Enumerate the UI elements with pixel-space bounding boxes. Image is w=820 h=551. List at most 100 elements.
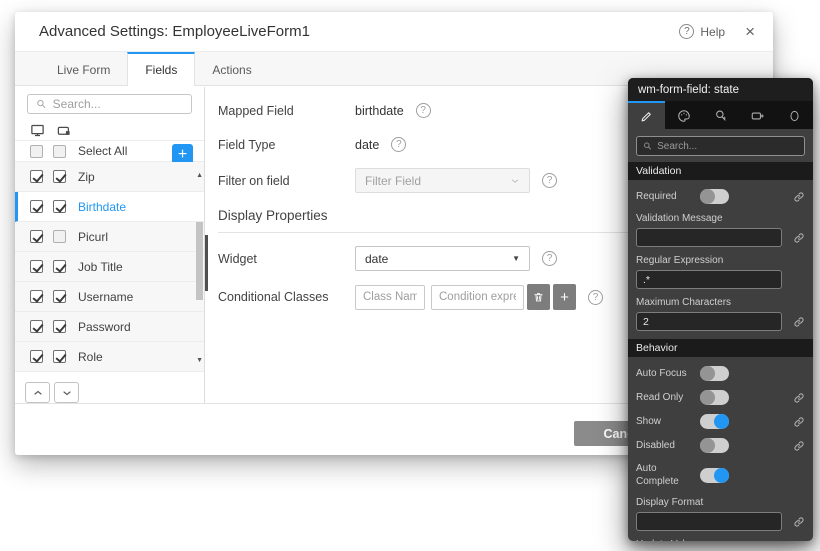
bind-link-icon[interactable] [793, 392, 805, 404]
select-all-web-checkbox[interactable] [30, 145, 43, 158]
maximum-characters-row: Maximum Characters [636, 297, 805, 331]
search-icon [643, 141, 652, 151]
field-row-role[interactable]: Role [15, 342, 204, 372]
mobile-checkbox[interactable] [53, 320, 66, 333]
maximum-characters-label: Maximum Characters [636, 297, 805, 308]
help-icon[interactable]: ? [542, 251, 557, 266]
auto-complete-toggle[interactable] [700, 468, 729, 483]
maximum-characters-input[interactable] [636, 312, 782, 331]
field-label: Birthdate [78, 200, 126, 214]
help-icon[interactable]: ? [679, 24, 694, 39]
bind-link-icon[interactable] [793, 516, 805, 528]
help-link[interactable]: Help [700, 25, 725, 39]
panel-search-input[interactable] [657, 141, 798, 152]
field-row-job-title[interactable]: Job Title [15, 252, 204, 282]
help-icon[interactable]: ? [391, 137, 406, 152]
tab-device[interactable] [739, 101, 776, 129]
required-toggle[interactable] [700, 189, 729, 204]
web-checkbox[interactable] [30, 200, 43, 213]
mobile-checkbox[interactable] [53, 290, 66, 303]
tab-styles[interactable] [665, 101, 702, 129]
select-all-row: Select All + [15, 141, 204, 162]
field-label: Role [78, 350, 103, 364]
tab-live-form[interactable]: Live Form [40, 52, 127, 85]
select-all-mobile-checkbox[interactable] [53, 145, 66, 158]
class-name-input[interactable] [355, 285, 425, 310]
add-class-button[interactable]: + [553, 284, 576, 310]
validation-message-row: Validation Message [636, 213, 805, 247]
mobile-checkbox[interactable] [53, 170, 66, 183]
help-icon[interactable]: ? [588, 290, 603, 305]
behavior-section-header: Behavior [628, 339, 813, 357]
field-label: Picurl [78, 230, 108, 244]
field-type-value: date [355, 138, 379, 152]
help-icon[interactable]: ? [416, 103, 431, 118]
show-toggle[interactable] [700, 414, 729, 429]
panel-title: wm-form-field: state [628, 78, 813, 101]
display-format-row: Display Format [636, 497, 805, 531]
web-checkbox[interactable] [30, 260, 43, 273]
mobile-checkbox[interactable] [53, 200, 66, 213]
display-format-input[interactable] [636, 512, 782, 531]
tab-properties[interactable] [628, 101, 665, 129]
field-row-zip[interactable]: Zip [15, 162, 204, 192]
scrollbar-thumb[interactable] [196, 222, 203, 300]
validation-message-input[interactable] [636, 228, 782, 247]
tab-actions[interactable]: Actions [195, 52, 268, 85]
widget-label: Widget [218, 252, 355, 266]
delete-class-button[interactable] [527, 284, 550, 310]
help-icon[interactable]: ? [542, 173, 557, 188]
chevron-down-icon [61, 387, 73, 399]
required-label: Required [636, 190, 694, 203]
move-down-button[interactable] [54, 382, 79, 403]
pencil-icon [640, 110, 653, 123]
field-row-birthdate[interactable]: Birthdate [15, 192, 204, 222]
scroll-up-icon[interactable]: ▲ [196, 172, 203, 179]
tab-security[interactable] [776, 101, 813, 129]
tablet-icon[interactable] [56, 123, 72, 138]
disabled-toggle[interactable] [700, 438, 729, 453]
field-row-picurl[interactable]: Picurl [15, 222, 204, 252]
search-input[interactable] [53, 97, 183, 111]
chevron-up-icon [32, 387, 44, 399]
close-icon[interactable]: × [745, 23, 755, 40]
trash-icon [533, 291, 544, 303]
read-only-toggle[interactable] [700, 390, 729, 405]
mobile-checkbox[interactable] [53, 260, 66, 273]
desktop-icon[interactable] [30, 123, 45, 138]
bind-link-icon[interactable] [793, 440, 805, 452]
field-row-username[interactable]: Username [15, 282, 204, 312]
field-search [27, 94, 192, 114]
bind-link-icon[interactable] [793, 416, 805, 428]
auto-focus-toggle[interactable] [700, 366, 729, 381]
show-label: Show [636, 415, 694, 428]
tab-search-settings[interactable] [702, 101, 739, 129]
bind-link-icon[interactable] [793, 316, 805, 328]
validation-section-header: Validation [628, 162, 813, 180]
field-row-password[interactable]: Password [15, 312, 204, 342]
disabled-row: Disabled [636, 438, 805, 453]
web-checkbox[interactable] [30, 230, 43, 243]
main-scrollbar-thumb[interactable] [205, 235, 208, 291]
read-only-label: Read Only [636, 391, 694, 404]
tab-fields[interactable]: Fields [127, 52, 195, 86]
mobile-checkbox[interactable] [53, 230, 66, 243]
web-checkbox[interactable] [30, 290, 43, 303]
move-up-button[interactable] [25, 382, 50, 403]
bind-link-icon[interactable] [793, 232, 805, 244]
condition-expression-input[interactable] [431, 285, 524, 310]
field-list: Zip Birthdate Picurl [15, 162, 204, 372]
auto-focus-label: Auto Focus [636, 367, 694, 380]
bind-link-icon[interactable] [793, 191, 805, 203]
widget-select[interactable]: date ▼ [355, 246, 530, 271]
filter-field-select: Filter Field [355, 168, 530, 193]
regular-expression-input[interactable] [636, 270, 782, 289]
scroll-down-icon[interactable]: ▼ [196, 357, 203, 364]
web-checkbox[interactable] [30, 170, 43, 183]
web-checkbox[interactable] [30, 350, 43, 363]
field-label: Zip [78, 170, 95, 184]
view-mode-row [15, 120, 204, 141]
web-checkbox[interactable] [30, 320, 43, 333]
mobile-checkbox[interactable] [53, 350, 66, 363]
wm-form-field-panel: wm-form-field: state Validation [628, 78, 813, 541]
